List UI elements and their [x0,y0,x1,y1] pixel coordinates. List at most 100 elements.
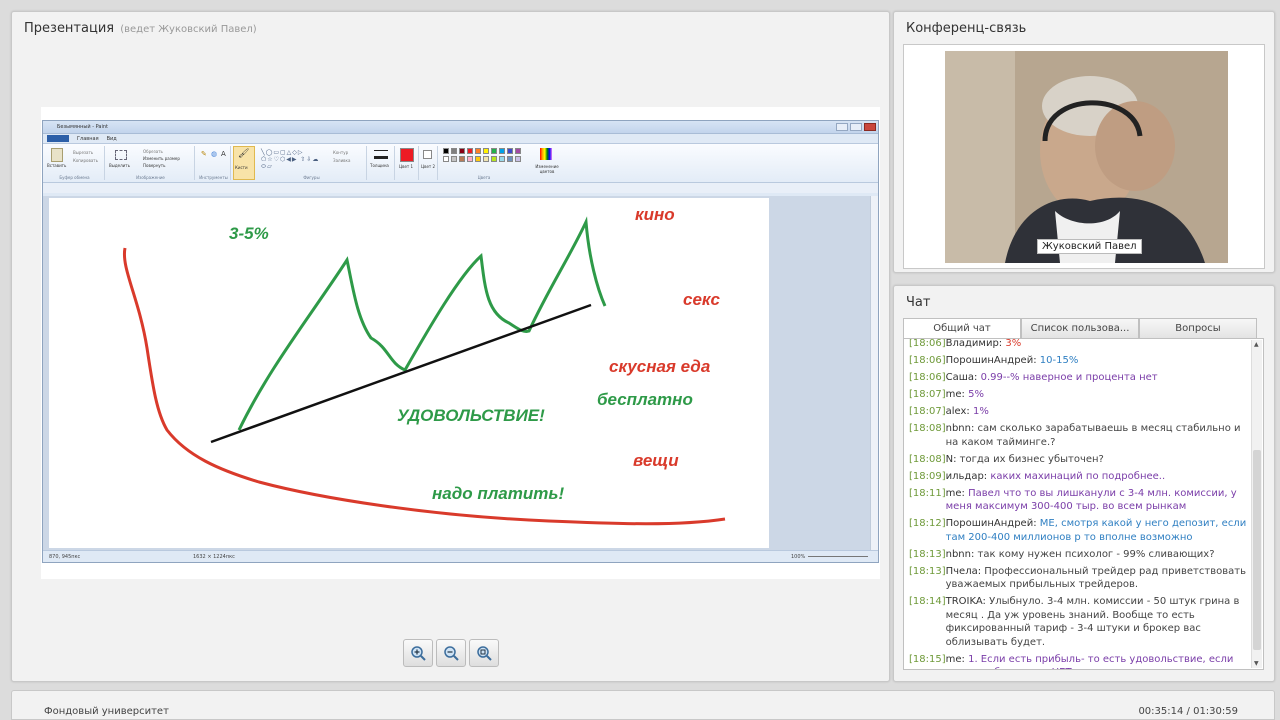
text-icon: A [221,150,226,158]
palette-swatch [499,156,505,162]
message-user: N: [945,453,957,465]
message-time: [18:09] [909,470,946,482]
pencil-icon: ✎ [201,150,207,158]
message-time: [18:11] [909,487,946,499]
minimize-icon [836,123,848,131]
ribbon-shapes: ╲◯▭▢△◇▷ ⬠☆♡⬡◀▶ ⇧⇩☁⬭▱ Контур Заливка Фигу… [257,146,367,180]
tab-questions[interactable]: Вопросы [1139,318,1257,339]
cut-label: Вырезать [73,150,94,155]
shapes-gallery-icon: ╲◯▭▢△◇▷ ⬠☆♡⬡◀▶ ⇧⇩☁⬭▱ [261,149,320,170]
paint-ribbon: Вставить Вырезать Копировать Буфер обмен… [43,143,878,183]
conference-panel: Конференц-связь Жуковский Павел [893,11,1275,273]
thickness-icon [374,150,388,159]
chat-message: [18:15] me: 1. Если есть прибыль- то есть… [909,653,1249,670]
message-time: [18:13] [909,565,946,577]
message-body: Пчела: Профессиональный трейдер рад прив… [946,565,1249,592]
drawing-svg: 3-5% кино секс скусная еда бесплатно УДО… [122,205,726,526]
presentation-presenter: (ведет Жуковский Павел) [120,24,257,35]
palette-swatch [451,156,457,162]
chat-panel: Чат Общий чат Список пользова... Вопросы… [893,285,1275,682]
chat-message: [18:13] nbnn: так кому нужен психолог - 9… [909,548,1249,562]
message-text: Улыбнуло. 3-4 млн. комиссии - 50 штук гр… [945,596,1240,648]
rotate-label: Повернуть [143,163,166,168]
chat-tabs: Общий чат Список пользова... Вопросы [903,318,1258,340]
maximize-icon [850,123,862,131]
status-zoom: 100% [791,554,806,560]
message-time: [18:15] [909,653,946,665]
color2-label: Цвет 2 [421,164,436,169]
edit-colors-icon [540,148,552,160]
palette-swatch [499,148,505,154]
tab-general-chat[interactable]: Общий чат [903,318,1021,340]
paint-tabs: Главная Вид [43,134,878,143]
zoom-out-button[interactable] [436,639,466,667]
zoom-in-button[interactable] [403,639,433,667]
message-time: [18:06] [909,338,946,349]
message-text: 1. Если есть прибыль- то есть удовольств… [946,653,1234,670]
chat-message: [18:07] alex: 1% [909,405,1249,419]
message-time: [18:06] [909,355,946,366]
palette-swatch [443,148,449,154]
presentation-title: Презентация (ведет Жуковский Павел) [24,21,257,36]
chat-title: Чат [906,295,931,310]
palette-swatch [483,156,489,162]
label-kino: кино [635,205,675,224]
message-user: alex: [945,406,970,417]
tab-user-list[interactable]: Список пользова... [1021,318,1139,339]
palette-swatch [443,156,449,162]
paint-canvas-area: 3-5% кино секс скусная еда бесплатно УДО… [43,196,878,551]
label-things: вещи [633,451,679,470]
palette-swatch [467,148,473,154]
message-body: N: тогда их бизнес убыточен? [946,453,1249,467]
message-body: ильдар: каких махинаций по подробнее.. [946,470,1249,484]
chat-scrollbar[interactable]: ▲ ▼ [1251,340,1262,668]
zoom-fit-icon [477,646,492,661]
color-palette: Цвета [439,146,529,180]
ribbon-group-label: Фигуры [303,175,320,180]
message-text: каких махинаций по подробнее.. [990,470,1166,482]
resize-label: Изменить размер [143,156,180,161]
zoom-slider [808,556,868,557]
paint-canvas: 3-5% кино секс скусная еда бесплатно УДО… [49,198,769,548]
message-time: [18:07] [909,406,946,417]
message-text: 1% [972,406,989,417]
paint-vertical-scrollbar [870,196,878,551]
label-pct: 3-5% [229,224,269,243]
message-user: me: [945,653,965,665]
message-body: nbnn: так кому нужен психолог - 99% слив… [946,548,1249,562]
brushes-label: Кисти [235,165,248,170]
zoom-out-icon [444,646,459,661]
message-text: сам сколько зарабатываешь в месяц стабил… [945,423,1241,448]
conference-title: Конференц-связь [906,21,1027,36]
fill-label: Заливка [333,158,351,163]
chat-message: [18:11] me: Павел что то вы лишканули с 3… [909,487,1249,514]
webcam-video[interactable]: Жуковский Павел [945,51,1228,263]
chat-message: [18:14] TROIKA: Улыбнуло. 3-4 млн. комисс… [909,595,1249,649]
scroll-thumb[interactable] [1253,450,1261,650]
message-body: me: 1. Если есть прибыль- то есть удовол… [945,653,1249,670]
paint-file-menu [47,135,69,142]
chat-messages-box: [18:06] Владимир: 3% [18:06] ПорошинАндрей:… [903,338,1264,670]
palette-swatch [515,148,521,154]
red-curve [122,247,726,526]
message-time: [18:08] [909,453,946,465]
brushes-button: 🖌 Кисти [233,146,255,180]
scroll-down-icon[interactable]: ▼ [1254,660,1259,667]
scroll-up-icon[interactable]: ▲ [1254,341,1259,348]
message-body: ПорошинАндрей: 10-15% [946,354,1249,368]
paint-tab-view: Вид [106,135,117,142]
paint-titlebar: Безымянный - Paint [43,121,878,134]
label-food: скусная еда [609,357,710,376]
palette-swatch [507,148,513,154]
palette-swatch [451,148,457,154]
palette-swatch [483,148,489,154]
paint-window-title: Безымянный - Paint [57,124,108,130]
paint-statusbar: 870, 945пкс 1632 × 1224пкс 100% [43,550,878,562]
zoom-fit-button[interactable] [469,639,499,667]
palette-swatch [475,148,481,154]
message-body: TROIKA: Улыбнуло. 3-4 млн. комиссии - 50… [946,595,1249,649]
color2-swatch [423,150,432,159]
chat-message: [18:08] nbnn: сам сколько зарабатываешь в… [909,422,1249,449]
ribbon-group-label: Цвета [477,175,491,180]
palette-swatch [491,156,497,162]
